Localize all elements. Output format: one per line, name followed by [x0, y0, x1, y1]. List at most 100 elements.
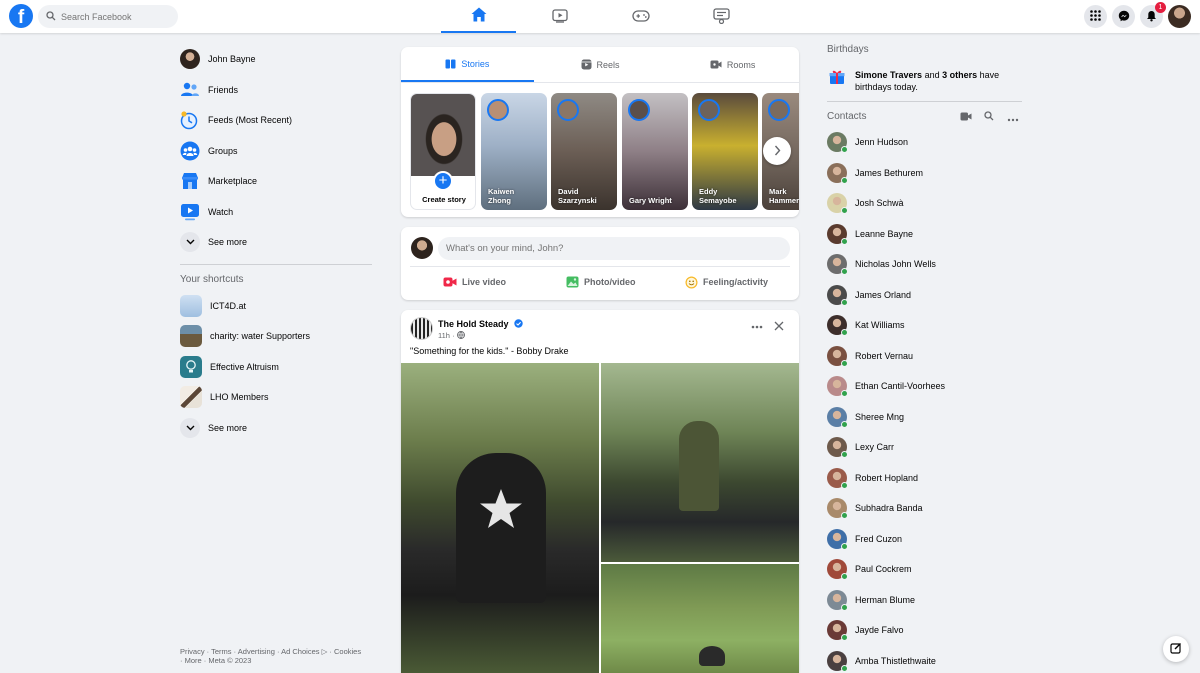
- contact-item[interactable]: Paul Cockrem: [827, 557, 1027, 581]
- story-card[interactable]: David Szarzynski: [551, 93, 617, 210]
- shortcut-item-charity-water[interactable]: charity: water Supporters: [180, 321, 375, 352]
- shortcut-item-lho-members[interactable]: LHO Members: [180, 382, 375, 413]
- contact-item[interactable]: Jenn Hudson: [827, 130, 1027, 154]
- contact-avatar: [827, 589, 848, 611]
- tab-home[interactable]: [441, 0, 516, 33]
- feeling-activity-button[interactable]: Feeling/activity: [685, 273, 768, 291]
- sidebar-item-watch[interactable]: Watch: [180, 197, 375, 228]
- contact-item[interactable]: Robert Vernau: [827, 344, 1027, 368]
- tab-gaming[interactable]: [603, 0, 678, 33]
- search-box[interactable]: [38, 5, 178, 28]
- search-input[interactable]: [61, 11, 171, 22]
- birthday-and: and: [924, 70, 940, 80]
- tab-reels[interactable]: Reels: [534, 47, 667, 82]
- menu-button[interactable]: [1084, 5, 1107, 28]
- post-more-options[interactable]: [751, 321, 765, 331]
- contact-item[interactable]: James Orland: [827, 283, 1027, 307]
- feeds-icon: [180, 110, 200, 130]
- new-message-button[interactable]: [1163, 636, 1189, 662]
- story-card[interactable]: Gary Wright: [622, 93, 688, 210]
- video-camera-icon: [710, 60, 722, 69]
- contact-avatar: [827, 376, 848, 397]
- footer-line-2[interactable]: · More · Meta © 2023: [180, 656, 380, 665]
- contact-item[interactable]: Leanne Bayne: [827, 222, 1027, 246]
- messenger-button[interactable]: [1112, 5, 1135, 28]
- story-card[interactable]: Eddy Semayobe: [692, 93, 758, 210]
- contact-item[interactable]: Sheree Mng: [827, 405, 1027, 429]
- shortcut-item-ict4d[interactable]: ICT4D.at: [180, 291, 375, 322]
- birthday-notice[interactable]: Simone Travers and 3 others have birthda…: [827, 69, 1017, 93]
- post-hide-button[interactable]: [774, 321, 784, 331]
- sidebar-item-marketplace[interactable]: Marketplace: [180, 166, 375, 197]
- post-text: "Something for the kids." - Bobby Drake: [410, 346, 569, 356]
- contact-name: Jayde Falvo: [855, 625, 904, 635]
- globe-icon: [456, 331, 465, 341]
- contact-avatar: [827, 650, 848, 672]
- post-time[interactable]: 11h: [438, 331, 450, 340]
- online-status-dot: [841, 573, 848, 580]
- sidebar-see-more[interactable]: See more: [180, 227, 375, 258]
- live-video-button[interactable]: Live video: [443, 273, 506, 291]
- tab-feeds[interactable]: [684, 0, 759, 33]
- tab-rooms[interactable]: Rooms: [666, 47, 799, 82]
- close-icon: [774, 321, 784, 333]
- tab-stories[interactable]: Stories: [401, 47, 534, 82]
- contact-name: James Bethurem: [855, 167, 924, 178]
- account-avatar[interactable]: [1168, 5, 1191, 28]
- shortcuts-title: Your shortcuts: [180, 273, 244, 285]
- post-photo-main[interactable]: [401, 363, 599, 673]
- notifications-button[interactable]: 1: [1140, 2, 1166, 28]
- post-photo-top-right[interactable]: [601, 363, 799, 562]
- post-author-avatar[interactable]: [410, 317, 433, 340]
- contact-item[interactable]: Subhadra Banda: [827, 496, 1027, 520]
- contact-item[interactable]: Fred Cuzon: [827, 527, 1027, 551]
- facebook-logo-icon[interactable]: f: [9, 4, 33, 28]
- story-name: David Szarzynski: [558, 187, 597, 205]
- stories-next-button[interactable]: [763, 137, 791, 165]
- contact-avatar: [827, 284, 848, 306]
- contact-item[interactable]: Nicholas John Wells: [827, 252, 1027, 276]
- composer-divider: [410, 266, 790, 267]
- create-story-photo: [411, 94, 475, 176]
- post-author-name[interactable]: The Hold Steady: [438, 319, 523, 330]
- post-author-label: The Hold Steady: [438, 319, 509, 329]
- tab-watch[interactable]: [522, 0, 597, 33]
- birthday-name: Simone Travers: [855, 70, 923, 80]
- post-photo-bottom-right[interactable]: [601, 564, 799, 673]
- contact-item[interactable]: Robert Hopland: [827, 466, 1027, 490]
- contact-item[interactable]: Lexy Carr: [827, 435, 1027, 459]
- marketplace-icon: [180, 171, 200, 191]
- contact-item[interactable]: James Bethurem: [827, 161, 1027, 185]
- story-card[interactable]: Kaiwen Zhong: [481, 93, 547, 210]
- birthdays-title: Birthdays: [827, 44, 869, 55]
- create-story-card[interactable]: + Create story: [410, 93, 476, 210]
- chevron-right-icon: [774, 145, 781, 158]
- online-status-dot: [841, 329, 848, 336]
- sidebar-item-friends[interactable]: Friends: [180, 75, 375, 106]
- contacts-search-button[interactable]: [984, 111, 994, 123]
- contacts-video-button[interactable]: [960, 112, 972, 123]
- contact-item[interactable]: Kat Williams: [827, 313, 1027, 337]
- sidebar-item-label: Watch: [208, 206, 234, 217]
- sidebar-item-label: Marketplace: [208, 176, 258, 187]
- verified-badge-icon: [514, 319, 523, 330]
- story-avatar: [487, 99, 509, 121]
- contacts-more-button[interactable]: [1007, 114, 1019, 124]
- contact-name: Jenn Hudson: [855, 137, 909, 147]
- contact-item[interactable]: Josh Schwà: [827, 191, 1027, 215]
- sidebar-item-profile[interactable]: John Bayne: [180, 44, 375, 75]
- contact-item[interactable]: Amba Thistlethwaite: [827, 649, 1027, 673]
- shortcuts-see-more[interactable]: See more: [180, 413, 375, 444]
- contact-name: James Orland: [855, 289, 912, 300]
- sidebar-item-groups[interactable]: Groups: [180, 136, 375, 167]
- composer-input[interactable]: [438, 237, 790, 260]
- footer-line-1[interactable]: Privacy · Terms · Advertising · Ad Choic…: [180, 647, 380, 656]
- contact-avatar: [827, 254, 848, 275]
- contact-item[interactable]: Ethan Cantil-Voorhees: [827, 374, 1027, 398]
- photo-video-button[interactable]: Photo/video: [566, 273, 636, 291]
- shortcut-label: charity: water Supporters: [210, 331, 311, 342]
- shortcut-item-effective-altruism[interactable]: Effective Altruism: [180, 352, 375, 383]
- contact-item[interactable]: Herman Blume: [827, 588, 1027, 612]
- sidebar-item-feeds[interactable]: Feeds (Most Recent): [180, 105, 375, 136]
- contact-item[interactable]: Jayde Falvo: [827, 618, 1027, 642]
